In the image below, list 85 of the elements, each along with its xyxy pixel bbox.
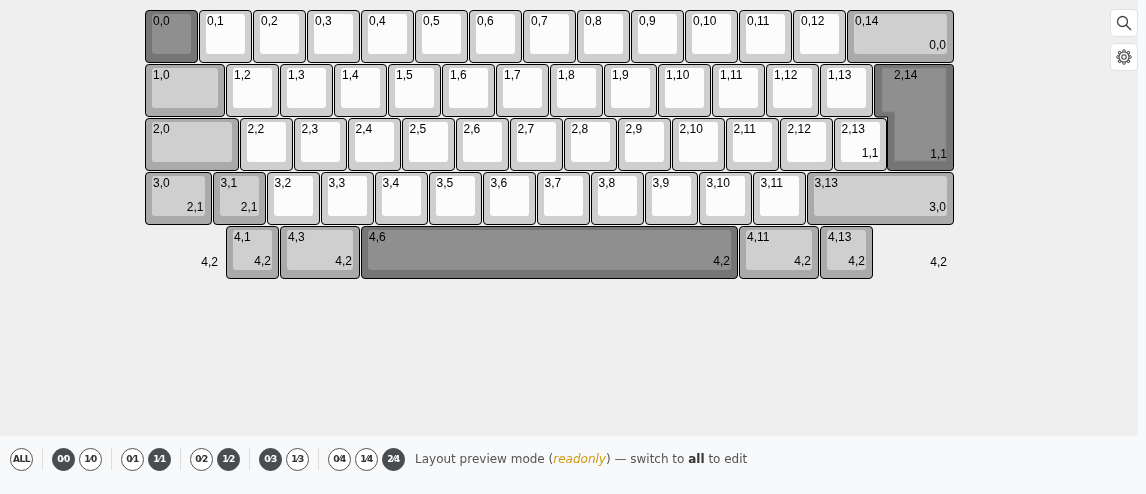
key-legend: 4,2	[254, 254, 271, 268]
key-legend: 3,1	[220, 176, 238, 190]
key-legend: 0,11	[747, 14, 770, 28]
key-legend: 4,1	[234, 230, 251, 244]
key-legend: 2,5	[409, 122, 427, 136]
key-legend: 1,8	[558, 68, 575, 82]
key-legend: 1,13	[828, 68, 852, 82]
key-legend: 0,2	[261, 14, 278, 28]
key-legend: 1,11	[720, 68, 743, 82]
key-legend: 4,3	[288, 230, 305, 244]
key-legend: 3,3	[328, 176, 346, 190]
key-legend: 1,2	[234, 68, 251, 82]
key-legend: 1,1	[930, 147, 947, 161]
key-legend: 0,9	[639, 14, 656, 28]
key-legend: 0,10	[693, 14, 717, 28]
key-legend: 0,6	[477, 14, 494, 28]
key-legend: 4,2	[794, 254, 811, 268]
key-legend: 3,13	[814, 176, 838, 190]
key-legend: 2,12	[787, 122, 811, 136]
key-legend: 2,6	[463, 122, 481, 136]
key-legend: 2,4	[355, 122, 373, 136]
key-legend: 1,0	[153, 68, 170, 82]
key-legend: 3,10	[706, 176, 730, 190]
key-legend: 1,7	[504, 68, 521, 82]
layer-filter-button[interactable]: 1⁄2	[217, 447, 240, 471]
key-legend: 1,12	[774, 68, 798, 82]
key-legend: 2,8	[571, 122, 589, 136]
layer-filter-button[interactable]: 0⁄0	[52, 447, 75, 471]
layer-filter-button[interactable]: 1⁄4	[355, 447, 378, 471]
key-legend: 0,1	[207, 14, 224, 28]
key-legend: 3,4	[382, 176, 400, 190]
layer-filter-button[interactable]: 0⁄4	[328, 447, 351, 471]
key-legend: 1,6	[450, 68, 467, 82]
key-legend: 2,2	[247, 122, 265, 136]
key-legend: 4,2	[713, 254, 730, 268]
layer-filter-button[interactable]: 0⁄2	[190, 447, 213, 471]
key-legend: 0,7	[531, 14, 548, 28]
key-legend: 0,12	[801, 14, 825, 28]
key-legend: 3,0	[153, 176, 170, 190]
key-legend: 3,5	[436, 176, 454, 190]
key-legend: 4,6	[369, 230, 386, 244]
key-legend: 0,8	[585, 14, 602, 28]
key-legend: 1,5	[396, 68, 413, 82]
key-legend: 3,8	[598, 176, 616, 190]
key-legend: 4,2	[930, 255, 947, 269]
key-legend: 0,5	[423, 14, 440, 28]
key-legend: 2,10	[679, 122, 703, 136]
key-legend: 0,0	[153, 14, 170, 28]
key-legend: 2,9	[625, 122, 643, 136]
key-legend: 0,3	[315, 14, 332, 28]
key-legend: 4,2	[201, 255, 218, 269]
layer-filter-button[interactable]: 1⁄3	[286, 447, 309, 471]
key-legend: 1,9	[612, 68, 629, 82]
key-legend: 2,1	[186, 200, 204, 214]
key-legend: 0,14	[855, 14, 879, 28]
key-legend: 3,2	[274, 176, 292, 190]
key-legend: 4,11	[747, 230, 770, 244]
key-legend: 3,6	[490, 176, 508, 190]
layer-filter-button[interactable]: 1⁄1	[148, 447, 171, 471]
key-legend: 2,7	[517, 122, 535, 136]
layer-filter-button[interactable]: 0⁄1	[121, 447, 144, 471]
status-message: Layout preview mode (readonly) — switch to all to edit	[415, 452, 748, 466]
key-legend: 2,14	[894, 68, 918, 82]
layer-filter-button[interactable]: 1⁄0	[79, 447, 102, 471]
key-legend: 3,7	[544, 176, 562, 190]
key-legend: 1,10	[666, 68, 690, 82]
layer-filter-button[interactable]: 2⁄4	[382, 447, 405, 471]
key-legend: 2,13	[841, 122, 865, 136]
key-legend: 1,4	[342, 68, 359, 82]
key-legend: 2,11	[733, 122, 756, 136]
key-legend: 2,0	[153, 122, 170, 136]
key-legend: 1,3	[288, 68, 305, 82]
layer-filter-button[interactable]: ALL	[10, 447, 33, 471]
key-legend: 3,11	[760, 176, 783, 190]
key-legend: 4,13	[828, 230, 852, 244]
key-legend: 2,1	[240, 200, 258, 214]
key-legend: 0,4	[369, 14, 386, 28]
key-legend: 2,3	[301, 122, 319, 136]
key-legend: 3,9	[652, 176, 670, 190]
key-legend: 3,0	[929, 200, 946, 214]
layer-filter-button[interactable]: 0⁄3	[259, 447, 282, 471]
key-legend: 4,2	[335, 254, 352, 268]
key-legend: 4,2	[848, 254, 865, 268]
key-legend: 0,0	[929, 38, 946, 52]
key-legend: 1,1	[861, 146, 879, 160]
